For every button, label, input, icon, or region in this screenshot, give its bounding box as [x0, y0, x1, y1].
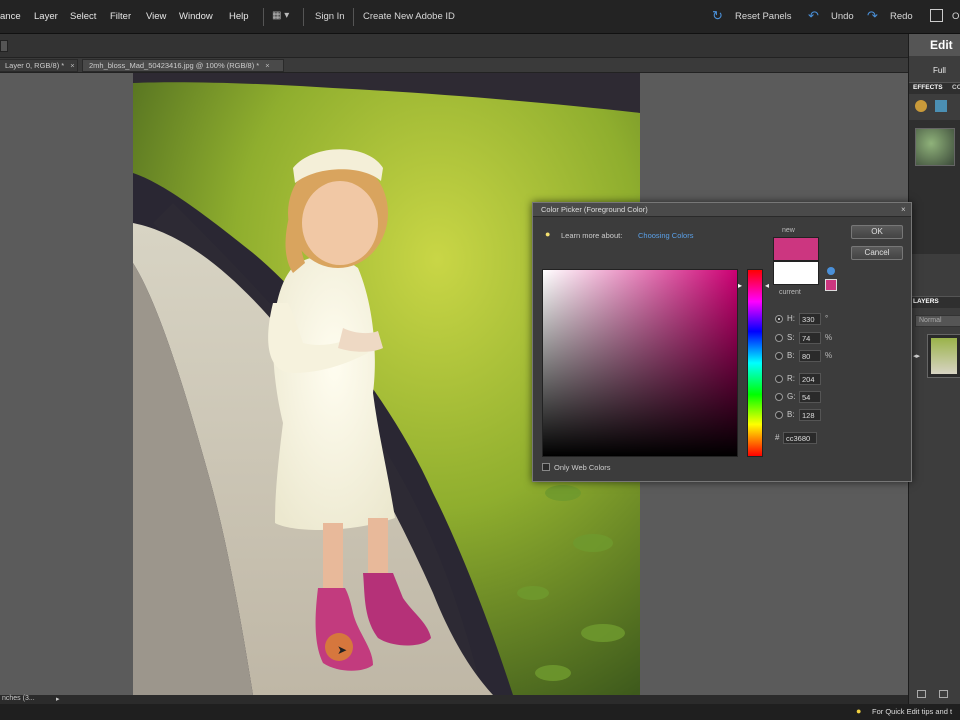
menu-select[interactable]: Select — [70, 11, 96, 22]
field-label: H: — [787, 314, 795, 323]
field-label: B: — [787, 410, 795, 419]
undo-button[interactable]: Undo — [831, 11, 854, 22]
field-label: B: — [787, 351, 795, 360]
menu-view[interactable]: View — [146, 11, 166, 22]
color-field-marker-icon: ▸ — [738, 281, 743, 290]
green-input[interactable]: 54 — [799, 391, 821, 403]
menu-bar: ance Layer Select Filter View Window Hel… — [0, 0, 960, 34]
gamut-warning-icon[interactable] — [827, 267, 835, 275]
delete-layer-icon[interactable] — [939, 690, 948, 698]
only-web-colors-checkbox[interactable] — [542, 463, 550, 471]
menu-filter[interactable]: Filter — [110, 11, 131, 22]
current-color-label: current — [779, 289, 801, 296]
menu-layer[interactable]: Layer — [34, 11, 58, 22]
document-tab-label: Layer 0, RGB/8) * — [5, 61, 65, 70]
web-safe-swatch[interactable] — [825, 279, 837, 291]
tool-options-bar — [0, 34, 908, 58]
menu-window[interactable]: Window — [179, 11, 213, 22]
choosing-colors-link[interactable]: Choosing Colors — [638, 231, 693, 240]
sign-in-link[interactable]: Sign In — [315, 11, 345, 22]
document-tab-1[interactable]: Layer 0, RGB/8) * × — [0, 59, 78, 72]
hue-input[interactable]: 330 — [799, 313, 821, 325]
learn-more-label: Learn more about: — [561, 231, 623, 240]
red-input[interactable]: 204 — [799, 373, 821, 385]
options-collapse-icon[interactable] — [0, 40, 8, 52]
menu-divider — [303, 8, 304, 26]
new-color-label: new — [782, 227, 795, 234]
full-edit-tab[interactable]: Full — [933, 66, 946, 75]
document-status-bar: nches (3... ▸ — [0, 695, 908, 704]
color-picker-dialog: Color Picker (Foreground Color) × ● Lear… — [532, 202, 912, 482]
redo-icon[interactable]: ↷ — [867, 9, 881, 23]
create-adobe-id-link[interactable]: Create New Adobe ID — [363, 11, 455, 22]
new-layer-icon[interactable] — [917, 690, 926, 698]
content-panel-tab[interactable]: CO — [952, 84, 960, 91]
layers-panel-tab[interactable]: LAYERS — [913, 298, 939, 305]
brightness-radio[interactable] — [775, 352, 783, 360]
color-field[interactable] — [542, 269, 738, 457]
ok-button[interactable]: OK — [851, 225, 903, 239]
document-tab-bar: Layer 0, RGB/8) * × 2mh_bloss_Mad_5042341… — [0, 58, 908, 73]
effects-filter-icon[interactable] — [915, 100, 927, 112]
redo-button[interactable]: Redo — [890, 11, 913, 22]
layer-visibility-icon[interactable]: ◂▸ — [913, 352, 920, 360]
effect-thumbnail[interactable] — [915, 128, 955, 166]
field-unit: % — [825, 351, 833, 360]
effects-style-icon[interactable] — [935, 100, 947, 112]
organizer-button[interactable]: O — [952, 11, 959, 22]
new-color-swatch — [773, 237, 819, 261]
close-icon[interactable]: × — [901, 205, 906, 214]
document-tab-label: 2mh_bloss_Mad_50423416.jpg @ 100% (RGB/8… — [89, 61, 260, 70]
document-tab-2[interactable]: 2mh_bloss_Mad_50423416.jpg @ 100% (RGB/8… — [82, 59, 284, 72]
organizer-icon[interactable] — [930, 9, 943, 22]
hex-label: # — [775, 433, 780, 442]
saturation-input[interactable]: 74 — [799, 332, 821, 344]
document-size-readout: nches (3... — [2, 695, 35, 702]
menu-divider — [263, 8, 264, 26]
blend-mode-select[interactable]: Normal — [915, 315, 960, 327]
lightbulb-icon: ● — [856, 706, 862, 716]
current-color-swatch[interactable] — [773, 261, 819, 285]
field-label: S: — [787, 333, 795, 342]
reset-panels-button[interactable]: Reset Panels — [735, 11, 792, 22]
field-unit: % — [825, 333, 833, 342]
status-menu-arrow-icon[interactable]: ▸ — [56, 695, 60, 703]
undo-icon[interactable]: ↶ — [808, 9, 822, 23]
cancel-button[interactable]: Cancel — [851, 246, 903, 260]
edit-mode-tab[interactable]: Edit — [909, 34, 960, 56]
saturation-radio[interactable] — [775, 334, 783, 342]
hue-slider-arrow-icon[interactable]: ◂ — [765, 281, 769, 290]
effects-panel-tab[interactable]: EFFECTS — [913, 84, 943, 91]
blue-input[interactable]: 128 — [799, 409, 821, 421]
brightness-input[interactable]: 80 — [799, 350, 821, 362]
green-radio[interactable] — [775, 393, 783, 401]
hue-slider[interactable] — [747, 269, 763, 457]
hex-input[interactable]: cc3680 — [783, 432, 817, 444]
hue-radio[interactable] — [775, 315, 783, 323]
only-web-colors-label: Only Web Colors — [554, 463, 611, 472]
layer-thumbnail — [931, 338, 957, 374]
close-icon[interactable]: × — [70, 61, 74, 70]
lightbulb-icon: ● — [545, 229, 551, 239]
field-unit: ° — [825, 314, 829, 323]
close-icon[interactable]: × — [265, 61, 269, 70]
reset-panels-icon[interactable]: ↻ — [712, 9, 726, 23]
pointer-cursor-icon: ➤ — [337, 643, 348, 657]
arrange-documents-icon[interactable]: ▦ ▾ — [272, 10, 294, 23]
menu-help[interactable]: Help — [229, 11, 249, 22]
layer-row[interactable] — [927, 334, 960, 378]
field-label: R: — [787, 374, 795, 383]
red-radio[interactable] — [775, 375, 783, 383]
status-tip-text: For Quick Edit tips and t — [872, 707, 953, 716]
field-label: G: — [787, 392, 796, 401]
right-panel-bin: Edit Full EFFECTS CO LAYERS Normal ◂▸ — [908, 34, 960, 704]
menu-enhance[interactable]: ance — [0, 11, 21, 22]
dialog-title: Color Picker (Foreground Color) — [533, 203, 911, 217]
blue-radio[interactable] — [775, 411, 783, 419]
status-bar: ● For Quick Edit tips and t — [0, 704, 960, 720]
menu-divider — [353, 8, 354, 26]
